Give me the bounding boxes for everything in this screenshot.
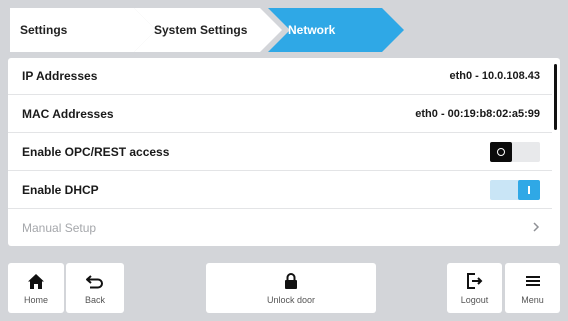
- logout-icon: [466, 271, 484, 291]
- lock-icon: [284, 271, 298, 291]
- unlock-door-label: Unlock door: [266, 295, 316, 305]
- breadcrumb-label: Settings: [20, 23, 68, 37]
- back-label: Back: [84, 295, 105, 305]
- manual-setup-label: Manual Setup: [22, 221, 97, 235]
- mac-addresses-row[interactable]: MAC Addresses eth0 - 00:19:b8:02:a5:99: [8, 96, 552, 133]
- home-label: Home: [23, 295, 48, 305]
- home-button[interactable]: Home: [8, 263, 64, 313]
- menu-icon: [525, 271, 541, 291]
- ip-addresses-row[interactable]: IP Addresses eth0 - 10.0.108.43: [8, 58, 552, 95]
- mac-addresses-value: eth0 - 00:19:b8:02:a5:99: [415, 108, 540, 120]
- toggle-knob: [518, 180, 540, 200]
- logout-label: Logout: [460, 295, 489, 305]
- manual-setup-row[interactable]: Manual Setup: [8, 210, 552, 246]
- enable-opc-rest-toggle[interactable]: [490, 142, 540, 162]
- back-arrow-icon: [85, 271, 105, 291]
- menu-label: Menu: [521, 295, 544, 305]
- menu-button[interactable]: Menu: [505, 263, 560, 313]
- breadcrumb: Settings System Settings Network: [8, 8, 560, 52]
- breadcrumb-item-network[interactable]: Network: [264, 8, 404, 52]
- enable-dhcp-label: Enable DHCP: [22, 183, 99, 197]
- breadcrumb-item-system-settings[interactable]: System Settings: [132, 8, 282, 52]
- logout-button[interactable]: Logout: [447, 263, 502, 313]
- home-icon: [27, 271, 45, 291]
- enable-dhcp-row: Enable DHCP: [8, 172, 552, 209]
- enable-opc-rest-label: Enable OPC/REST access: [22, 145, 170, 159]
- mac-addresses-label: MAC Addresses: [22, 107, 114, 121]
- network-settings-panel: IP Addresses eth0 - 10.0.108.43 MAC Addr…: [8, 58, 560, 246]
- chevron-right-icon: [532, 221, 540, 236]
- enable-opc-rest-row: Enable OPC/REST access: [8, 134, 552, 171]
- ip-addresses-value: eth0 - 10.0.108.43: [449, 70, 540, 82]
- ip-addresses-label: IP Addresses: [22, 69, 98, 83]
- back-button[interactable]: Back: [66, 263, 124, 313]
- breadcrumb-label: System Settings: [154, 23, 248, 37]
- enable-dhcp-toggle[interactable]: [490, 180, 540, 200]
- unlock-door-button[interactable]: Unlock door: [206, 263, 376, 313]
- toggle-knob: [490, 142, 512, 162]
- breadcrumb-label: Network: [288, 23, 336, 37]
- scrollbar[interactable]: [554, 64, 557, 130]
